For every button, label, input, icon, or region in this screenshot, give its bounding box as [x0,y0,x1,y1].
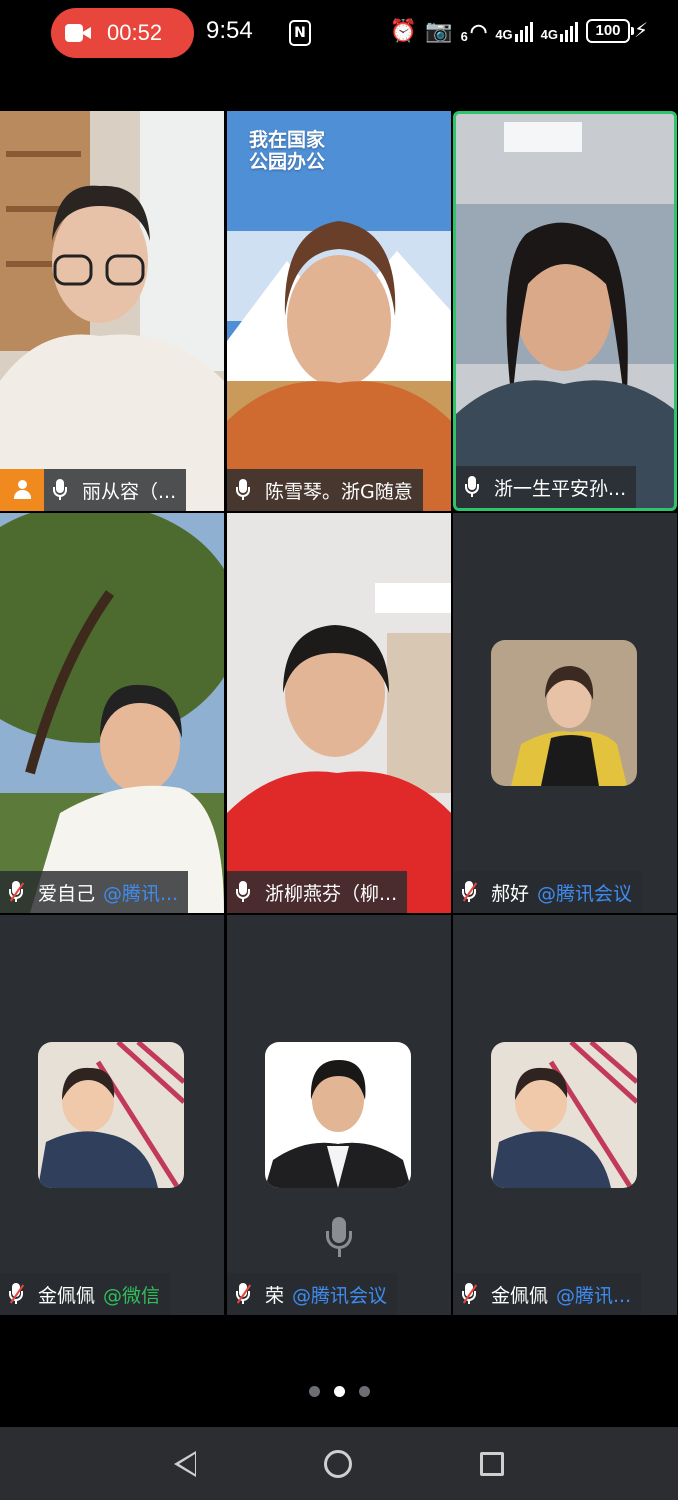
home-icon[interactable] [324,1449,352,1478]
participant-app: @腾讯会议 [292,1284,388,1307]
participant-nameplate: 金佩佩 @腾讯... [453,1273,642,1315]
participant-name: 金佩佩 [38,1284,96,1307]
participant-nameplate: 丽从容（... [0,469,187,511]
page-dot-active[interactable] [333,1386,345,1397]
participant-name: 金佩佩 [491,1284,549,1307]
participant-nameplate: 陈雪琴。浙G随意 [227,469,423,511]
mic-icon [235,479,251,501]
recording-indicator[interactable]: 00:52 [51,8,194,58]
participant-app: @腾讯... [556,1284,632,1307]
participant-video [227,513,451,913]
participant-name: 丽从容（... [82,480,177,503]
signal-icon-2: 4G [541,20,578,42]
participant-grid: 丽从容（... 陈雪琴。浙G随意 我在国家 公园办公 浙一生平安孙... 爱自己… [0,111,678,1315]
participant-tile[interactable]: 丽从容（... [0,111,224,511]
page-indicator[interactable] [0,1386,678,1397]
participant-nameplate: 爱自己 @腾讯... [0,871,189,913]
nfc-icon: N [289,20,311,46]
participant-tile[interactable]: 金佩佩 @微信 [0,915,224,1315]
wifi-icon: 6 ◠ [460,20,488,44]
mic-icon [235,881,251,903]
participant-app: @微信 [103,1284,161,1307]
participant-name: 浙柳燕芬（柳... [265,882,398,905]
alarm-icon: ⏰ [389,18,418,43]
participant-name: 爱自己 [38,882,96,905]
status-icons: ⏰ 📷 6 ◠ 4G 4G 100 [389,16,634,46]
charging-icon: ⚡ [633,18,648,42]
participant-name: 荣 [265,1284,285,1307]
participant-name: 陈雪琴。浙G随意 [265,480,413,503]
mic-icon [52,479,68,501]
mic-icon [464,476,480,498]
participant-tile[interactable]: 郝好 @腾讯会议 [453,513,677,913]
participant-nameplate: 浙一生平安孙... [456,466,637,508]
recording-time: 00:52 [107,20,163,45]
participant-avatar [265,1042,411,1188]
participant-nameplate: 荣 @腾讯会议 [227,1273,398,1315]
participant-video [456,114,674,508]
participant-video [0,513,224,913]
clock: 9:54 [206,17,253,44]
participant-avatar [491,640,637,786]
participant-tile[interactable]: 荣 @腾讯会议 [227,915,451,1315]
background-sign-text: 我在国家 公园办公 [249,129,326,173]
participant-video [0,111,224,511]
camera-icon: 📷 [425,18,453,43]
host-icon [0,469,44,511]
mic-muted-icon [8,881,24,903]
mic-muted-icon [461,881,477,903]
participant-tile[interactable]: 浙柳燕芬（柳... [227,513,451,913]
page-dot[interactable] [308,1386,320,1397]
participant-nameplate: 郝好 @腾讯会议 [453,871,643,913]
participant-tile[interactable]: 爱自己 @腾讯... [0,513,224,913]
signal-icon-1: 4G [495,20,533,42]
participant-nameplate: 浙柳燕芬（柳... [227,871,408,913]
participant-tile[interactable]: 金佩佩 @腾讯... [453,915,677,1315]
video-camera-icon [65,23,91,43]
participant-app: @腾讯... [103,882,179,905]
participant-avatar [491,1042,637,1188]
status-bar: 00:52 9:54 N ⏰ 📷 6 ◠ 4G 4G 100 ⚡ [0,0,678,70]
mic-muted-icon [461,1283,477,1305]
participant-nameplate: 金佩佩 @微信 [0,1273,171,1315]
participant-avatar [38,1042,184,1188]
back-icon[interactable] [174,1450,196,1477]
mic-muted-icon [8,1283,24,1305]
participant-app: @腾讯会议 [537,882,633,905]
speaking-mic-icon [324,1217,354,1259]
recent-apps-icon[interactable] [480,1451,504,1476]
participant-tile[interactable]: 陈雪琴。浙G随意 我在国家 公园办公 [227,111,451,511]
mic-muted-icon [235,1283,251,1305]
participant-name: 郝好 [491,882,530,905]
participant-name: 浙一生平安孙... [494,477,627,500]
participant-tile-active-speaker[interactable]: 浙一生平安孙... [453,111,677,511]
battery-icon: 100 [586,19,634,43]
system-nav-bar [0,1427,678,1500]
page-dot[interactable] [358,1386,370,1397]
